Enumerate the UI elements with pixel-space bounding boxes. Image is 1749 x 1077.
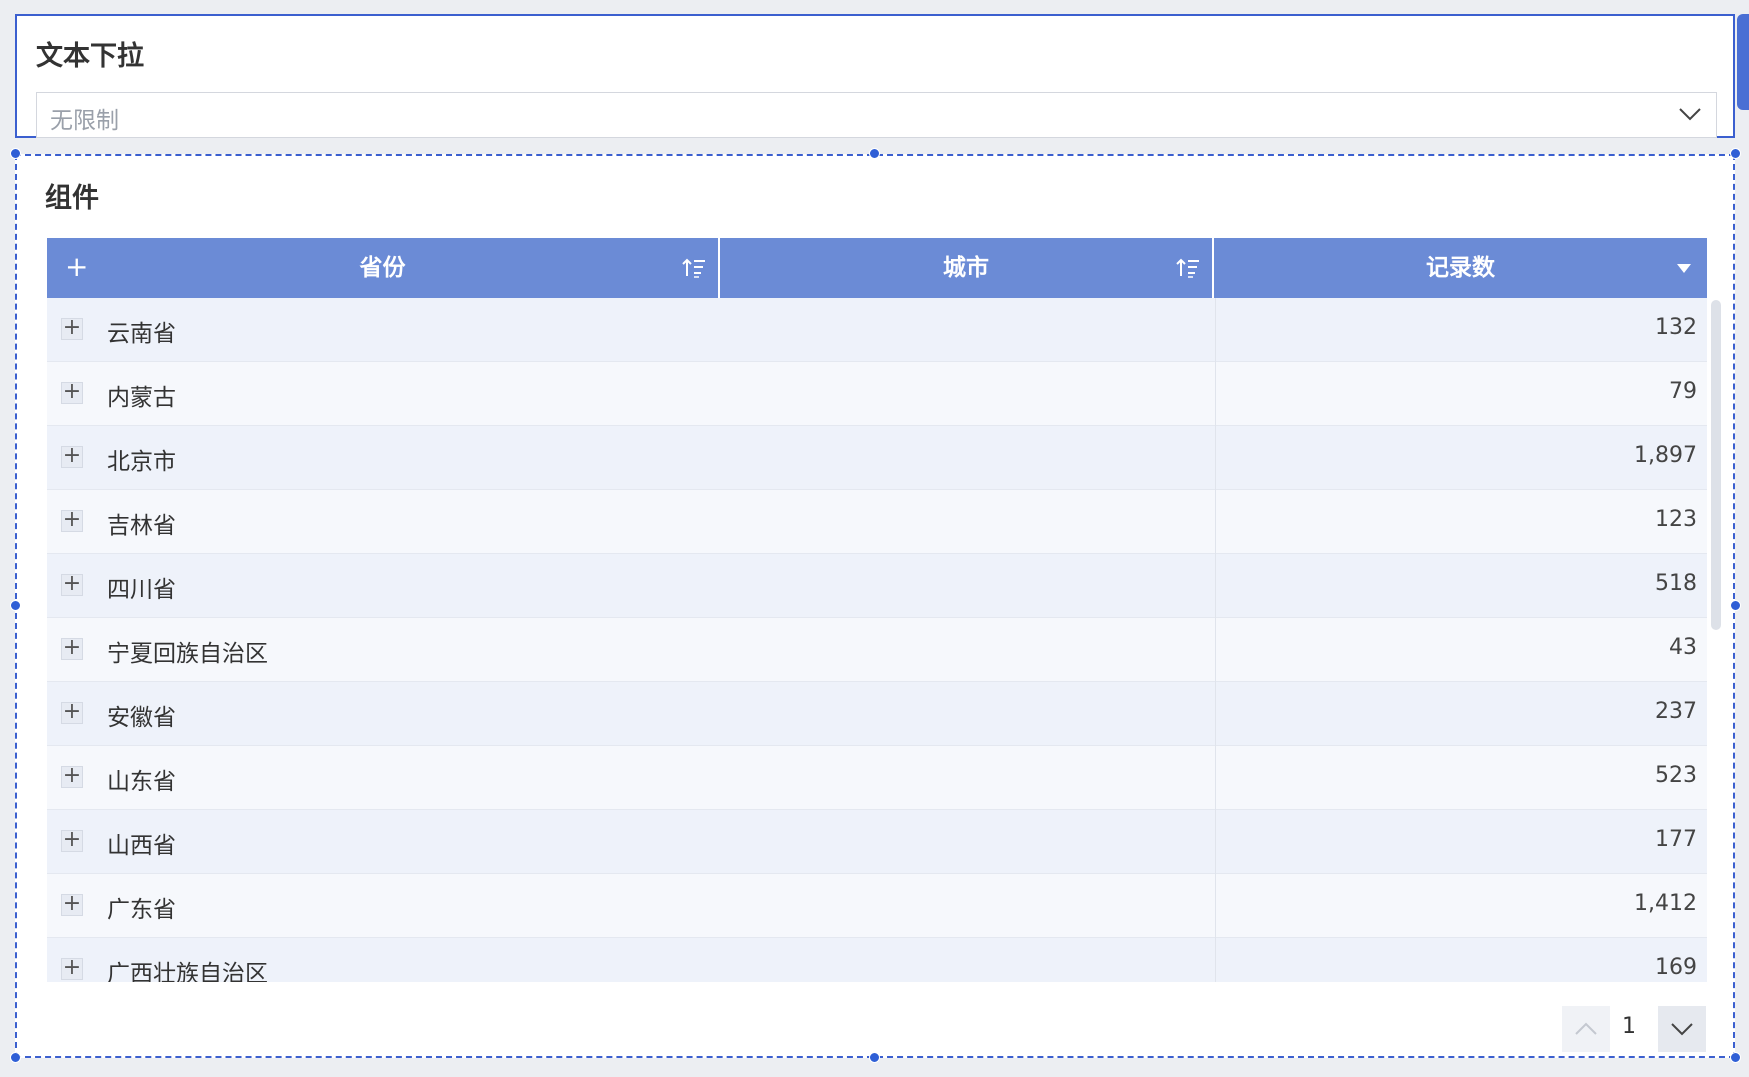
chevron-up-icon [1575, 1022, 1597, 1035]
province-cell: 北京市 [107, 449, 176, 475]
expand-row-button[interactable]: + [61, 445, 83, 468]
table-row[interactable]: + 广西壮族自治区 169 [47, 938, 1707, 982]
resize-handle[interactable] [869, 1052, 880, 1063]
province-cell: 四川省 [107, 577, 176, 603]
column-divider [1215, 618, 1216, 682]
filter-title: 文本下拉 [36, 41, 144, 72]
resize-handle[interactable] [10, 1052, 21, 1063]
component-title: 组件 [45, 183, 99, 214]
province-cell: 广东省 [107, 897, 176, 923]
province-cell: 山西省 [107, 833, 176, 859]
province-cell: 云南省 [107, 321, 176, 347]
resize-handle[interactable] [1730, 600, 1741, 611]
province-cell: 广西壮族自治区 [107, 961, 268, 982]
resize-handle[interactable] [869, 148, 880, 159]
expand-row-button[interactable]: + [61, 765, 83, 788]
column-divider [1215, 490, 1216, 554]
expand-row-button[interactable]: + [61, 829, 83, 852]
record-count-cell: 237 [1655, 699, 1697, 724]
province-cell: 安徽省 [107, 705, 176, 731]
expand-row-button[interactable]: + [61, 637, 83, 660]
table-row[interactable]: + 吉林省 123 [47, 490, 1707, 554]
table-row[interactable]: + 北京市 1,897 [47, 426, 1707, 490]
resize-handle[interactable] [1730, 148, 1741, 159]
table-component[interactable]: 组件 + 省份 城市 记录数 + 云南省 132 + 内蒙古 79 + 北京市 … [15, 154, 1735, 1058]
record-count-cell: 1,897 [1634, 443, 1697, 468]
vertical-scrollbar[interactable] [1711, 300, 1721, 630]
pager-previous-button[interactable] [1562, 1006, 1610, 1052]
record-count-cell: 43 [1669, 635, 1697, 660]
dropdown-select[interactable]: 无限制 [36, 92, 1717, 138]
table-row[interactable]: + 安徽省 237 [47, 682, 1707, 746]
record-count-cell: 177 [1655, 827, 1697, 852]
caret-down-icon[interactable] [1677, 264, 1691, 273]
province-cell: 内蒙古 [107, 385, 176, 411]
table-header: + 省份 城市 记录数 [47, 238, 1707, 298]
column-divider [1215, 746, 1216, 810]
text-dropdown-filter[interactable]: 文本下拉 无限制 [15, 14, 1735, 138]
column-header-city[interactable]: 城市 [720, 238, 1214, 298]
table-row[interactable]: + 山东省 523 [47, 746, 1707, 810]
expand-row-button[interactable]: + [61, 701, 83, 724]
column-divider [1215, 874, 1216, 938]
province-cell: 宁夏回族自治区 [107, 641, 268, 667]
column-divider [1215, 810, 1216, 874]
expand-row-button[interactable]: + [61, 509, 83, 532]
table-row[interactable]: + 内蒙古 79 [47, 362, 1707, 426]
pager-next-button[interactable] [1658, 1006, 1706, 1052]
column-divider [1215, 298, 1216, 362]
pager-page-number: 1 [1622, 1014, 1636, 1039]
expand-row-button[interactable]: + [61, 893, 83, 916]
column-divider [1215, 362, 1216, 426]
expand-row-button[interactable]: + [61, 317, 83, 340]
resize-handle[interactable] [10, 600, 21, 611]
column-divider [1215, 426, 1216, 490]
column-label: 城市 [943, 255, 989, 281]
chevron-down-icon [1671, 1023, 1693, 1036]
record-count-cell: 132 [1655, 315, 1697, 340]
province-cell: 山东省 [107, 769, 176, 795]
pivot-table: + 省份 城市 记录数 + 云南省 132 + 内蒙古 79 + 北京市 1,8… [47, 238, 1707, 982]
column-label: 省份 [359, 255, 406, 281]
table-row[interactable]: + 山西省 177 [47, 810, 1707, 874]
resize-handle[interactable] [10, 148, 21, 159]
expand-row-button[interactable]: + [61, 381, 83, 404]
column-header-record-count[interactable]: 记录数 [1214, 238, 1707, 298]
record-count-cell: 1,412 [1634, 891, 1697, 916]
side-panel-tab[interactable] [1737, 14, 1749, 110]
record-count-cell: 518 [1655, 571, 1697, 596]
sort-ascending-icon[interactable] [1176, 256, 1200, 280]
table-row[interactable]: + 云南省 132 [47, 298, 1707, 362]
province-cell: 吉林省 [107, 513, 176, 539]
chevron-down-icon[interactable] [1678, 106, 1702, 122]
record-count-cell: 523 [1655, 763, 1697, 788]
expand-row-button[interactable]: + [61, 957, 83, 980]
table-row[interactable]: + 四川省 518 [47, 554, 1707, 618]
column-divider [1215, 938, 1216, 982]
sort-ascending-icon[interactable] [682, 256, 706, 280]
table-row[interactable]: + 广东省 1,412 [47, 874, 1707, 938]
record-count-cell: 79 [1669, 379, 1697, 404]
record-count-cell: 169 [1655, 955, 1697, 980]
column-header-province[interactable]: + 省份 [47, 238, 720, 298]
record-count-cell: 123 [1655, 507, 1697, 532]
resize-handle[interactable] [1730, 1052, 1741, 1063]
dropdown-value: 无限制 [50, 108, 119, 134]
column-label: 记录数 [1426, 255, 1495, 281]
expand-row-button[interactable]: + [61, 573, 83, 596]
expand-all-button[interactable]: + [65, 238, 88, 296]
column-divider [1215, 554, 1216, 618]
table-row[interactable]: + 宁夏回族自治区 43 [47, 618, 1707, 682]
column-divider [1215, 682, 1216, 746]
table-body: + 云南省 132 + 内蒙古 79 + 北京市 1,897 + 吉林省 123 + 四川省 518 + 宁夏回… [47, 298, 1707, 982]
